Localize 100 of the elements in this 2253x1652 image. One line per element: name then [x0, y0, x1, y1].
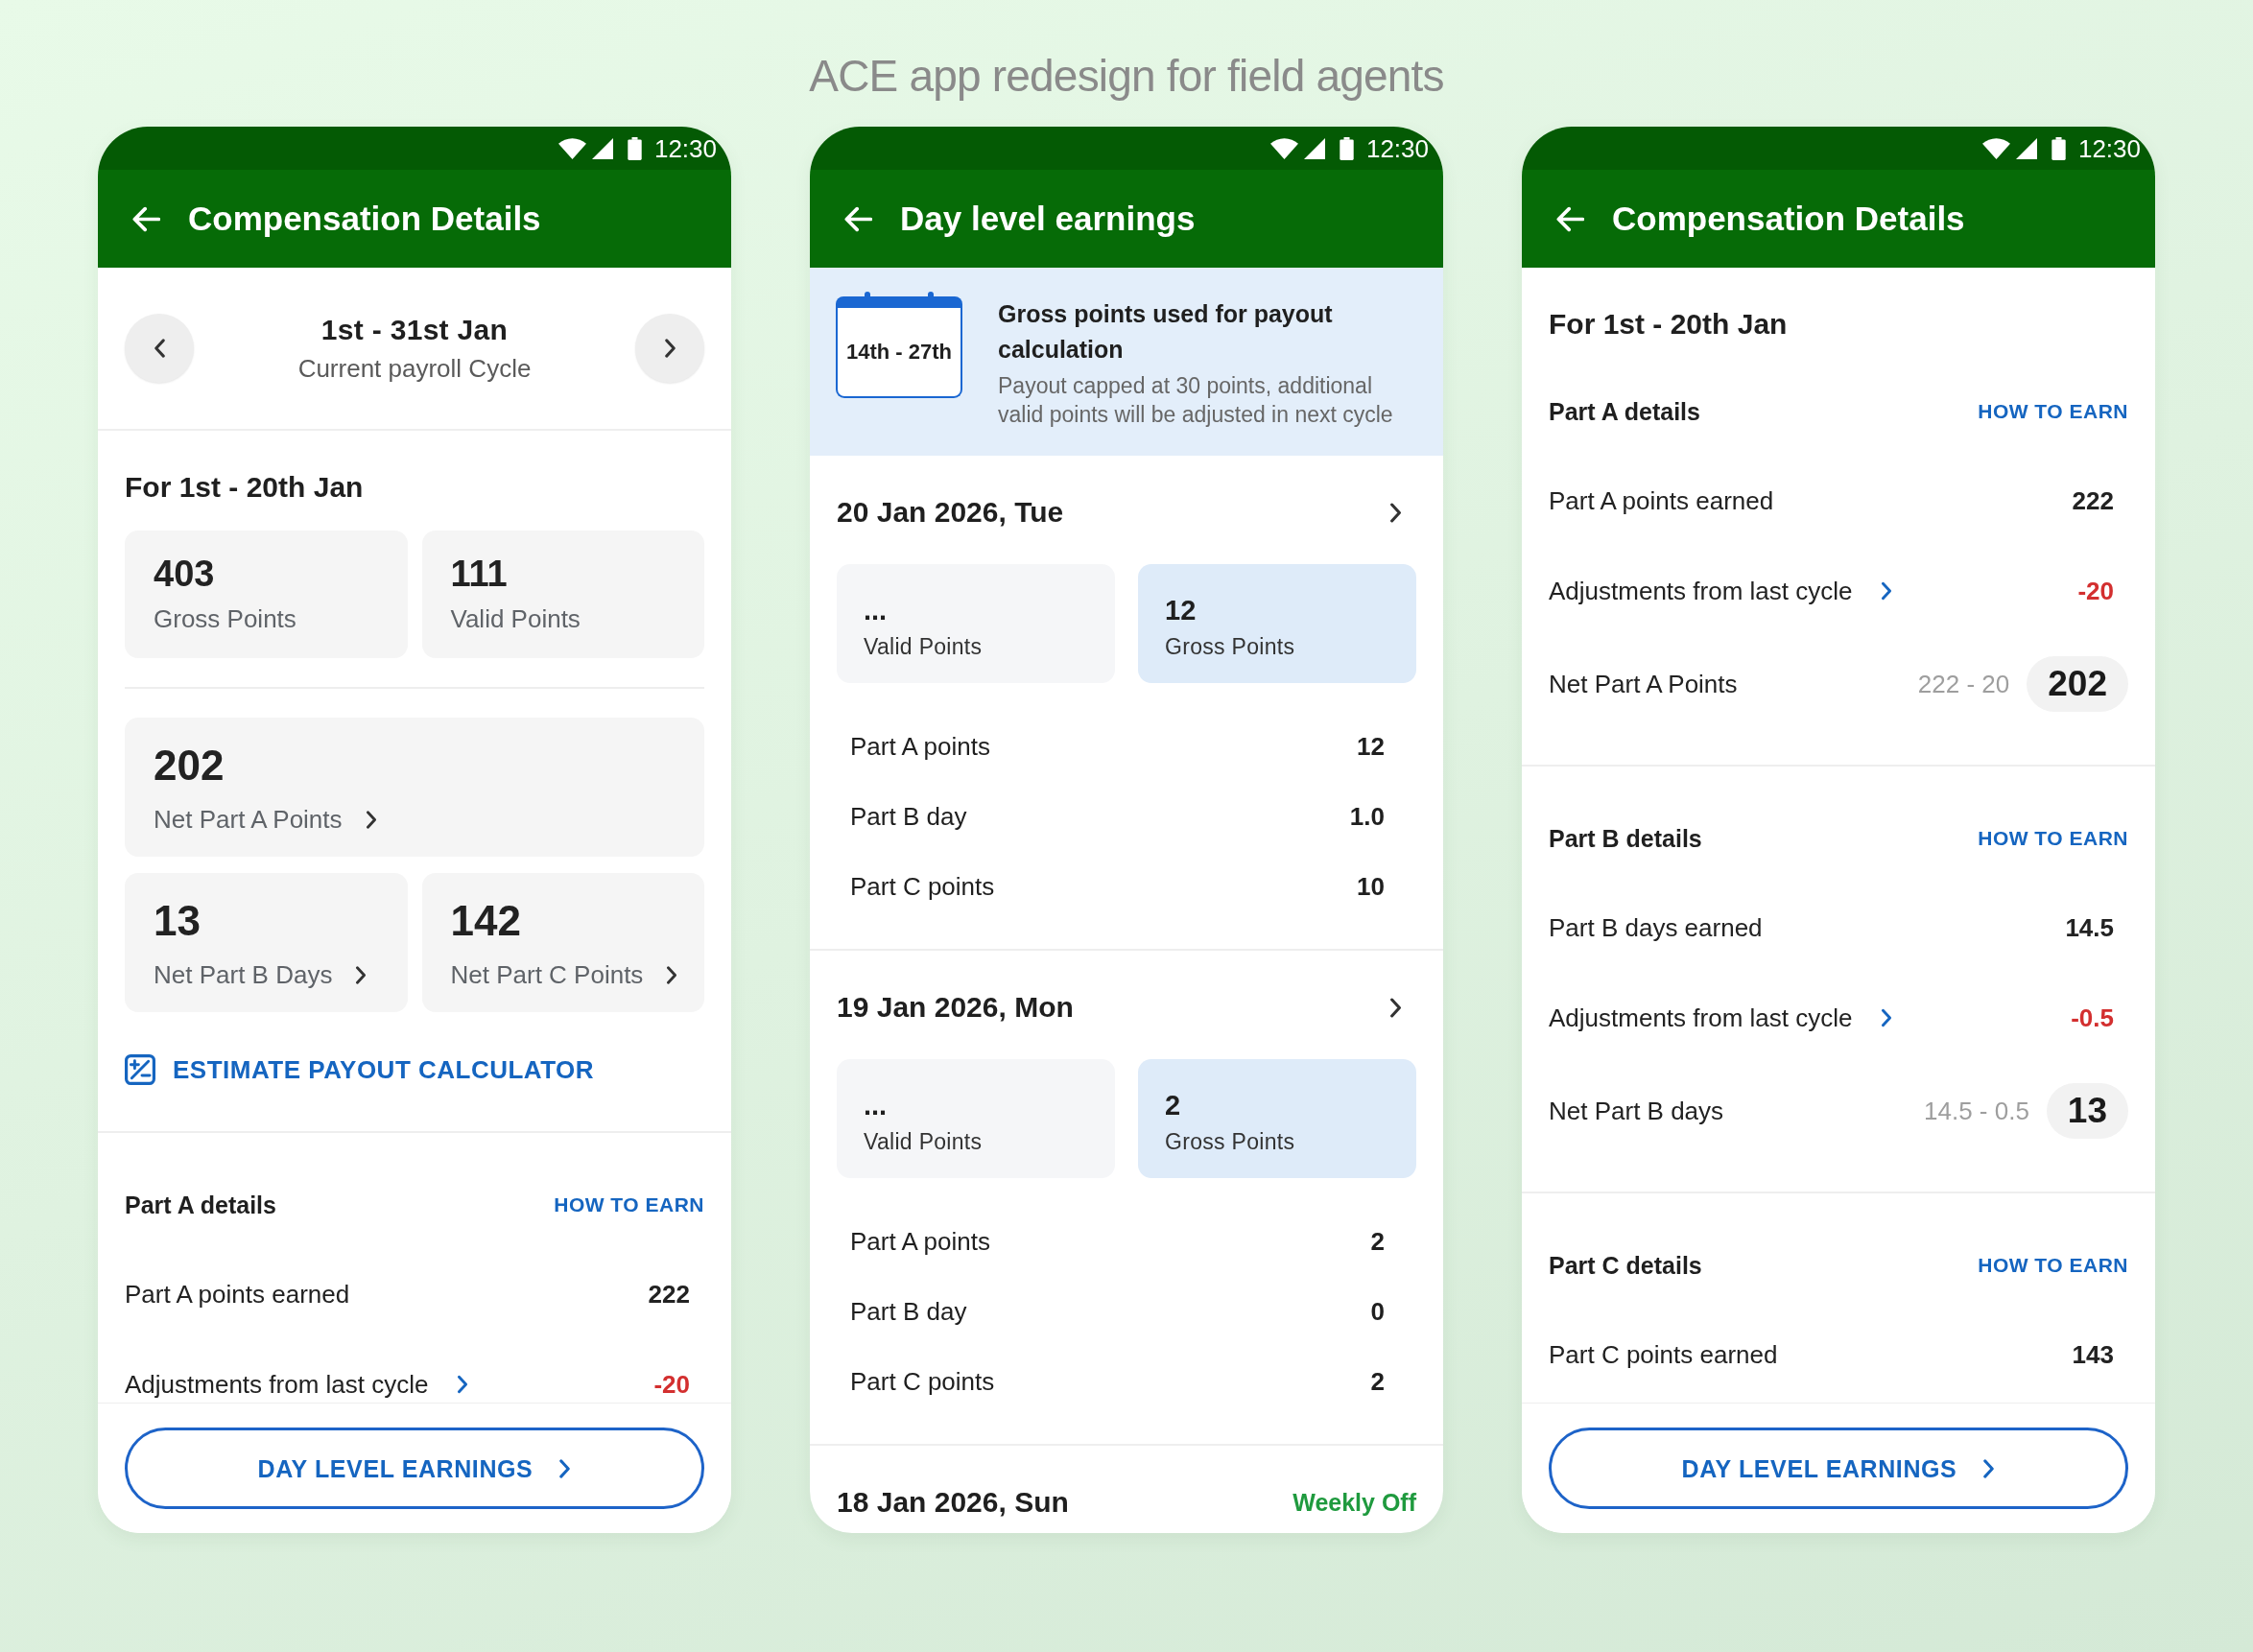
how-to-earn-link[interactable]: HOW TO EARN — [554, 1192, 704, 1217]
row-label: Adjustments from last cycle — [1549, 1003, 1853, 1032]
row-value: 2 — [1370, 1226, 1385, 1256]
row-value: 222 — [648, 1280, 690, 1309]
row-label: Part B days earned — [1549, 913, 1763, 942]
formula-text: 14.5 - 0.5 — [1924, 1097, 2029, 1125]
day-date: 19 Jan 2026, Mon — [837, 990, 1074, 1025]
row-label: Net Part A Points — [1549, 670, 1738, 698]
chevron-right-icon[interactable] — [457, 1375, 469, 1394]
back-arrow-icon[interactable] — [1555, 205, 1584, 232]
day-status: Weekly Off — [1293, 1488, 1416, 1517]
battery-icon — [1339, 136, 1354, 160]
row-label: Adjustments from last cycle — [125, 1370, 429, 1399]
banner-title: Gross points used for payout calculation — [998, 299, 1334, 365]
row-label: Part A points earned — [125, 1280, 350, 1309]
section-title: Part B details — [1549, 824, 1702, 853]
status-time: 12:30 — [1365, 133, 1429, 163]
row-label: Net Part B days — [1549, 1097, 1724, 1125]
chevron-right-icon — [1982, 1458, 1996, 1478]
stat-value: 142 — [450, 896, 521, 946]
row-value: 2 — [1370, 1366, 1385, 1396]
back-arrow-icon[interactable] — [131, 205, 160, 232]
chevron-right-icon — [558, 1458, 572, 1478]
row-value: 222 — [2072, 486, 2114, 515]
section-title: Part C details — [1549, 1251, 1702, 1280]
points-label: Valid Points — [864, 1128, 983, 1155]
stat-card[interactable]: 142 Net Part C Points — [421, 873, 704, 1012]
wifi-icon — [1269, 137, 1298, 159]
chevron-left-icon — [153, 339, 166, 358]
status-time: 12:30 — [653, 133, 717, 163]
net-value-pill: 13 — [2046, 1083, 2128, 1139]
page-title: ACE app redesign for field agents — [809, 50, 1444, 103]
stat-card[interactable]: 202 Net Part A Points — [125, 718, 704, 857]
row-value: 1.0 — [1349, 801, 1385, 831]
stat-label: Net Part B Days — [154, 959, 333, 990]
how-to-earn-link[interactable]: HOW TO EARN — [1978, 1253, 2128, 1278]
row-value: 143 — [2072, 1340, 2114, 1369]
formula-text: 222 - 20 — [1917, 670, 2010, 698]
chevron-right-icon — [663, 339, 676, 358]
stat-label: Net Part A Points — [154, 804, 343, 835]
battery-icon — [2051, 136, 2066, 160]
chevron-right-icon[interactable] — [1881, 1008, 1893, 1027]
period-heading: For 1st - 20th Jan — [1549, 307, 1788, 342]
day-date: 20 Jan 2026, Tue — [837, 495, 1064, 530]
screen-title: Day level earnings — [900, 199, 1196, 239]
status-time: 12:30 — [2077, 133, 2141, 163]
section-title: Part A details — [1549, 397, 1700, 426]
date-range-text: 14th - 27th — [846, 340, 952, 365]
signal-icon — [2015, 137, 2037, 159]
row-value: 0 — [1370, 1296, 1385, 1326]
chevron-right-icon[interactable] — [1881, 581, 1893, 601]
screen-title: Compensation Details — [1612, 199, 1965, 239]
row-label: Part A points — [850, 1226, 990, 1256]
row-label: Part C points earned — [1549, 1340, 1778, 1369]
points-value: ... — [864, 594, 888, 626]
day-level-earnings-button[interactable]: DAY LEVEL EARNINGS — [1549, 1428, 2128, 1509]
adjustment-value: -20 — [653, 1370, 690, 1399]
row-label: Part A points earned — [1549, 486, 1774, 515]
row-label: Part C points — [850, 1366, 995, 1396]
period-heading: For 1st - 20th Jan — [125, 470, 364, 505]
section-title: Part A details — [125, 1191, 276, 1219]
how-to-earn-link[interactable]: HOW TO EARN — [1978, 399, 2128, 424]
day-level-earnings-button[interactable]: DAY LEVEL EARNINGS — [125, 1428, 704, 1509]
stat-value: 202 — [154, 741, 225, 791]
battery-icon — [627, 136, 642, 160]
screen-title: Compensation Details — [188, 199, 541, 239]
wifi-icon — [1981, 137, 2010, 159]
wifi-icon — [557, 137, 586, 159]
calculator-link[interactable]: ESTIMATE PAYOUT CALCULATOR — [125, 1050, 595, 1089]
row-label: Adjustments from last cycle — [1549, 577, 1853, 605]
stat-label: Valid Points — [450, 603, 581, 634]
row-value: 10 — [1357, 871, 1385, 901]
how-to-earn-link[interactable]: HOW TO EARN — [1978, 826, 2128, 851]
row-value: 12 — [1357, 731, 1385, 761]
points-label: Gross Points — [1165, 1128, 1295, 1155]
cycle-subtitle: Current payroll Cycle — [297, 353, 532, 384]
signal-icon — [1303, 137, 1325, 159]
day-date: 18 Jan 2026, Sun — [837, 1485, 1069, 1520]
points-label: Valid Points — [864, 633, 983, 660]
stat-value: 403 — [154, 553, 215, 595]
row-label: Part B day — [850, 1296, 967, 1326]
adjustment-value: -20 — [2077, 577, 2114, 605]
plus-minus-square-icon — [125, 1054, 155, 1085]
chevron-right-icon[interactable] — [1389, 502, 1402, 523]
chevron-right-icon — [666, 965, 678, 984]
stat-value: 111 — [450, 553, 508, 595]
back-arrow-icon[interactable] — [843, 205, 872, 232]
stat-label: Net Part C Points — [450, 959, 644, 990]
signal-icon — [591, 137, 613, 159]
banner-description: Payout capped at 30 points, additional valid points will be adjusted in next cycle — [998, 372, 1394, 429]
chevron-right-icon — [355, 965, 368, 984]
points-label: Gross Points — [1165, 633, 1295, 660]
row-label: Part B day — [850, 801, 967, 831]
net-value-pill: 202 — [2027, 656, 2128, 712]
cycle-title: 1st - 31st Jan — [320, 313, 509, 347]
stat-card[interactable]: 13 Net Part B Days — [125, 873, 408, 1012]
stat-value: 13 — [154, 896, 201, 946]
chevron-right-icon[interactable] — [1389, 997, 1402, 1018]
row-label: Part C points — [850, 871, 995, 901]
row-value: 14.5 — [2065, 913, 2114, 942]
